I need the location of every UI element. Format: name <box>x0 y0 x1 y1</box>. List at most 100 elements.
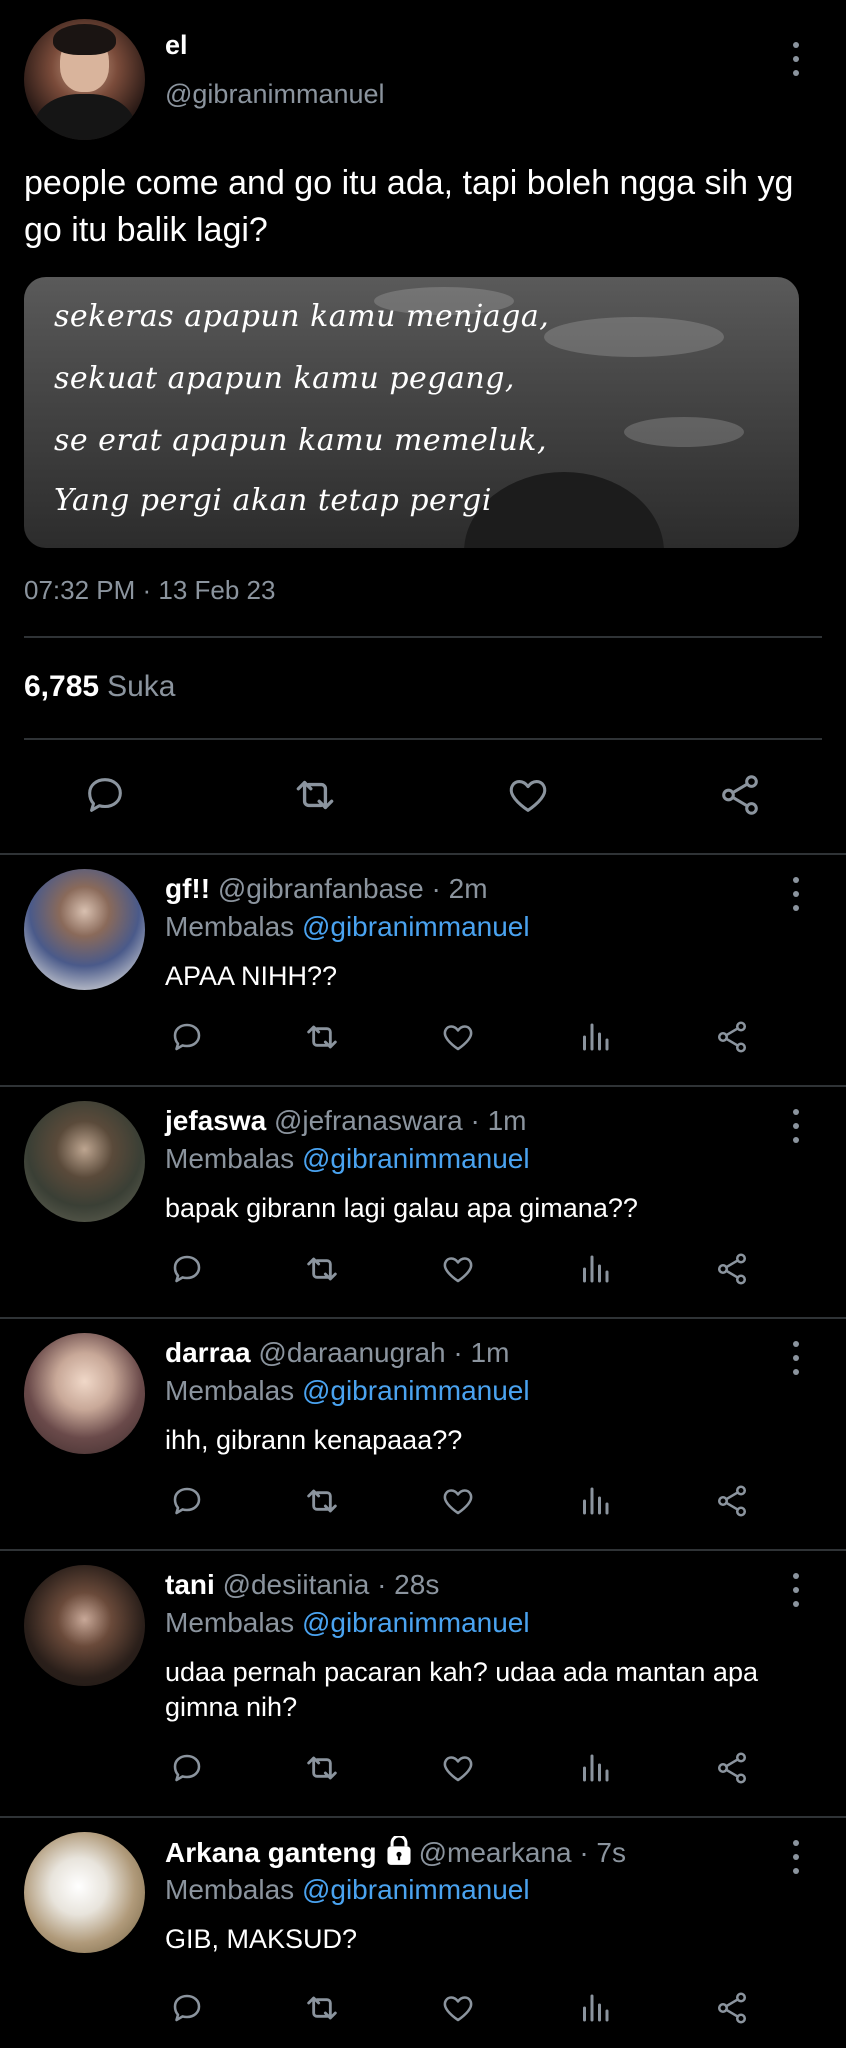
replying-to: Membalas @gibranimmanuel <box>165 1874 530 1906</box>
author-handle[interactable]: @gibranimmanuel <box>165 79 385 110</box>
reply-author-handle[interactable]: @desiitania <box>223 1569 370 1600</box>
reply-item[interactable]: darraa @daraanugrah · 1m Membalas @gibra… <box>0 1317 846 1549</box>
divider <box>24 738 822 740</box>
replying-to: Membalas @gibranimmanuel <box>165 1375 530 1407</box>
reply-text: GIB, MAKSUD? <box>165 1924 358 1954</box>
analytics-icon[interactable] <box>573 1479 617 1523</box>
replying-label: Membalas <box>165 1874 295 1905</box>
like-icon[interactable] <box>436 1986 480 2030</box>
reply-avatar[interactable] <box>24 1333 145 1454</box>
reply-avatar[interactable] <box>24 1565 145 1686</box>
reply-icon[interactable] <box>165 1247 209 1291</box>
likes-number: 6,785 <box>24 670 100 703</box>
reply-text: udaa pernah pacaran kah? udaa ada mantan… <box>165 1657 758 1722</box>
replying-label: Membalas <box>165 911 295 942</box>
reply-text: bapak gibrann lagi galau apa gimana?? <box>165 1193 638 1223</box>
tweet-media-image[interactable]: sekeras apapun kamu menjaga, sekuat apap… <box>24 277 799 548</box>
more-icon[interactable] <box>791 877 801 911</box>
like-icon[interactable] <box>436 1015 480 1059</box>
replying-to: Membalas @gibranimmanuel <box>165 1607 530 1639</box>
reply-header: Arkana ganteng @mearkana · 7s <box>165 1834 627 1873</box>
mention-link[interactable]: @gibranimmanuel <box>302 911 530 942</box>
reply-icon[interactable] <box>165 1015 209 1059</box>
likes-count[interactable]: 6,785 Suka <box>24 670 175 704</box>
more-icon[interactable] <box>791 1573 801 1607</box>
reply-author-handle[interactable]: @gibranfanbase <box>218 873 424 904</box>
reply-avatar[interactable] <box>24 1832 145 1953</box>
reply-author-handle[interactable]: @jefranaswara <box>274 1105 463 1136</box>
reply-avatar[interactable] <box>24 869 145 990</box>
share-icon[interactable] <box>710 1986 754 2030</box>
reply-item[interactable]: tani @desiitania · 28s Membalas @gibrani… <box>0 1549 846 1816</box>
reply-time: · 1m <box>453 1337 510 1368</box>
reply-avatar[interactable] <box>24 1101 145 1222</box>
share-icon[interactable] <box>715 770 765 820</box>
tweet-text: people come and go itu ada, tapi boleh n… <box>24 164 794 249</box>
reply-author-name[interactable]: Arkana ganteng <box>165 1837 377 1868</box>
mention-link[interactable]: @gibranimmanuel <box>302 1874 530 1905</box>
retweet-icon[interactable] <box>300 1247 344 1291</box>
reply-item[interactable]: gf!! @gibranfanbase · 2m Membalas @gibra… <box>0 853 846 1085</box>
more-icon[interactable] <box>791 42 801 76</box>
reply-author-name[interactable]: jefaswa <box>165 1105 266 1136</box>
media-text-line: sekeras apapun kamu menjaga, <box>54 299 550 334</box>
reply-author-name[interactable]: darraa <box>165 1337 251 1368</box>
reply-header: jefaswa @jefranaswara · 1m <box>165 1105 526 1137</box>
reply-icon[interactable] <box>165 1986 209 2030</box>
mention-link[interactable]: @gibranimmanuel <box>302 1607 530 1638</box>
media-text-line: Yang pergi akan tetap pergi <box>54 483 492 518</box>
reply-time: · 1m <box>470 1105 527 1136</box>
more-icon[interactable] <box>791 1341 801 1375</box>
analytics-icon[interactable] <box>573 1247 617 1291</box>
reply-header: darraa @daraanugrah · 1m <box>165 1337 509 1369</box>
more-icon[interactable] <box>791 1840 801 1874</box>
more-icon[interactable] <box>791 1109 801 1143</box>
replying-label: Membalas <box>165 1143 295 1174</box>
reply-header: tani @desiitania · 28s <box>165 1569 439 1601</box>
reply-time: · 28s <box>377 1569 440 1600</box>
replying-label: Membalas <box>165 1607 295 1638</box>
share-icon[interactable] <box>710 1015 754 1059</box>
main-tweet: el @gibranimmanuel people come and go it… <box>0 0 846 853</box>
retweet-icon[interactable] <box>290 770 340 820</box>
share-icon[interactable] <box>710 1746 754 1790</box>
mention-link[interactable]: @gibranimmanuel <box>302 1143 530 1174</box>
like-icon[interactable] <box>436 1247 480 1291</box>
replying-to: Membalas @gibranimmanuel <box>165 1143 530 1175</box>
likes-label: Suka <box>107 670 176 703</box>
reply-header: gf!! @gibranfanbase · 2m <box>165 873 488 905</box>
tweet-timestamp[interactable]: 07:32 PM · 13 Feb 23 <box>24 575 275 606</box>
main-avatar[interactable] <box>24 19 145 140</box>
reply-text: ihh, gibrann kenapaaa?? <box>165 1425 463 1455</box>
reply-item[interactable]: Arkana ganteng @mearkana · 7s Membalas @g… <box>0 1816 846 2048</box>
reply-author-name[interactable]: gf!! <box>165 873 210 904</box>
retweet-icon[interactable] <box>300 1746 344 1790</box>
reply-icon[interactable] <box>165 1746 209 1790</box>
reply-time: · 7s <box>579 1836 627 1868</box>
analytics-icon[interactable] <box>573 1986 617 2030</box>
retweet-icon[interactable] <box>300 1479 344 1523</box>
share-icon[interactable] <box>710 1479 754 1523</box>
media-text-line: sekuat apapun kamu pegang, <box>54 361 515 396</box>
like-icon[interactable] <box>436 1479 480 1523</box>
reply-author-handle[interactable]: @mearkana <box>419 1837 572 1868</box>
reply-author-name[interactable]: tani <box>165 1569 215 1600</box>
retweet-icon[interactable] <box>300 1015 344 1059</box>
lock-icon <box>385 1834 413 1873</box>
reply-time: · 2m <box>431 873 488 904</box>
like-icon[interactable] <box>503 770 553 820</box>
divider <box>24 636 822 638</box>
retweet-icon[interactable] <box>300 1986 344 2030</box>
analytics-icon[interactable] <box>573 1015 617 1059</box>
reply-item[interactable]: jefaswa @jefranaswara · 1m Membalas @gib… <box>0 1085 846 1317</box>
analytics-icon[interactable] <box>573 1746 617 1790</box>
mention-link[interactable]: @gibranimmanuel <box>302 1375 530 1406</box>
share-icon[interactable] <box>710 1247 754 1291</box>
reply-icon[interactable] <box>165 1479 209 1523</box>
author-name[interactable]: el <box>165 30 188 61</box>
reply-author-handle[interactable]: @daraanugrah <box>258 1337 445 1368</box>
reply-icon[interactable] <box>80 770 130 820</box>
replying-to: Membalas @gibranimmanuel <box>165 911 530 943</box>
replying-label: Membalas <box>165 1375 295 1406</box>
like-icon[interactable] <box>436 1746 480 1790</box>
